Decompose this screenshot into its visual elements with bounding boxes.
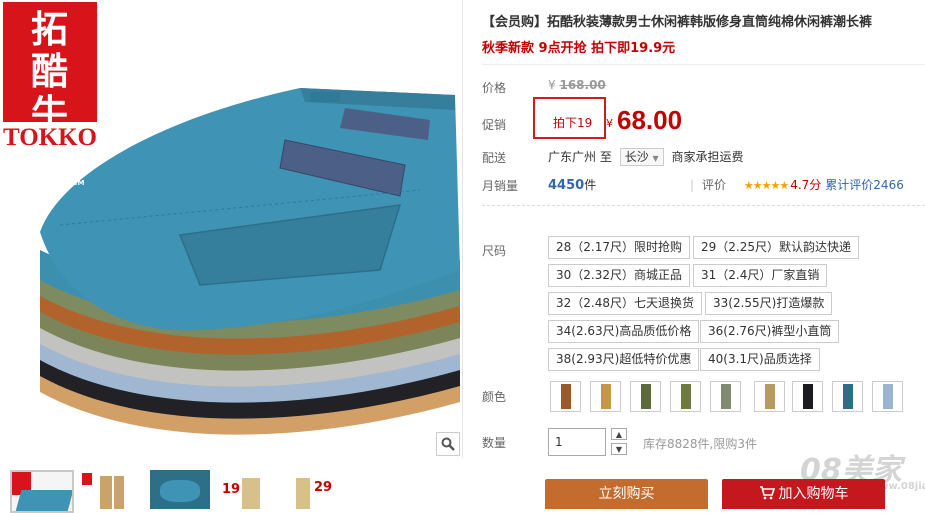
rating-label: 评价 <box>702 178 727 192</box>
stock-info: 库存8828件,限购3件 <box>643 437 757 451</box>
city-name: 长沙 <box>624 150 649 164</box>
product-subtitle: 秋季新款 9点开抢 拍下即19.9元 <box>482 41 676 56</box>
color-swatch[interactable] <box>670 381 701 412</box>
product-gallery: 拓酷牛仔 ORIGINAL DENIM BRAND TOKKO 19 29 <box>0 0 463 513</box>
color-swatch-pant <box>720 384 731 409</box>
color-swatch-pant <box>640 384 651 409</box>
color-swatch[interactable] <box>792 381 823 412</box>
thumbnail-5-tag: 29 <box>314 480 333 495</box>
color-swatch[interactable] <box>590 381 621 412</box>
thumbnail-5[interactable]: 29 <box>290 470 350 509</box>
shipping-note: 商家承担运费 <box>671 150 744 164</box>
chevron-down-icon: ▼ <box>652 154 659 163</box>
size-option[interactable]: 38(2.93尺)超低特价优惠 <box>548 348 700 371</box>
main-product-image[interactable]: 拓酷牛仔 ORIGINAL DENIM BRAND TOKKO <box>0 0 463 458</box>
shipping-info: 广东广州 至 长沙 ▼ 商家承担运费 <box>548 148 744 166</box>
color-swatch-pant <box>560 384 571 409</box>
color-swatch[interactable] <box>630 381 661 412</box>
size-option[interactable]: 28（2.17尺）限时抢购 <box>548 236 690 259</box>
sales-unit: 件 <box>584 178 597 192</box>
quantity-input[interactable] <box>548 428 606 456</box>
sales-label: 月销量 <box>482 179 519 193</box>
thumbnail-4-tag: 19 <box>222 482 241 497</box>
size-option[interactable]: 32（2.48尺）七天退换货 <box>548 292 702 315</box>
size-option[interactable]: 40(3.1尺)品质选择 <box>700 348 820 371</box>
color-swatch[interactable] <box>550 381 581 412</box>
brand-logo: 拓酷牛仔 ORIGINAL DENIM BRAND TOKKO <box>3 2 98 195</box>
thumbnail-1[interactable] <box>10 470 74 513</box>
color-swatch-pant <box>764 384 775 409</box>
product-info: 【会员购】拓酷秋装薄款男士休闲裤韩版修身直筒纯棉休闲裤潮长裤 秋季新款 9点开抢… <box>470 0 925 509</box>
buy-now-button[interactable]: 立刻购买 <box>545 479 708 509</box>
color-swatch-pant <box>802 384 813 409</box>
size-option[interactable]: 33(2.55尺)打造爆款 <box>705 292 833 315</box>
original-price: ¥ 168.00 <box>548 78 606 92</box>
logo-english: TOKKO <box>3 122 98 153</box>
star-icon: ★★★★★ <box>743 179 789 192</box>
color-swatch[interactable] <box>710 381 741 412</box>
monthly-sales: 4450件 <box>548 176 596 193</box>
size-option[interactable]: 36(2.76尺)裤型小直筒 <box>700 320 840 343</box>
color-swatch[interactable] <box>872 381 903 412</box>
original-price-value: 168.00 <box>559 78 606 92</box>
chevron-up-icon: ▲ <box>615 429 623 439</box>
logo-subtitle: ORIGINAL DENIM BRAND <box>15 179 85 195</box>
color-swatch-pant <box>680 384 691 409</box>
add-to-cart-label: 加入购物车 <box>778 486 849 502</box>
color-swatch[interactable] <box>754 381 785 412</box>
size-option[interactable]: 31（2.4尺）厂家直销 <box>693 264 828 287</box>
city-selector[interactable]: 长沙 ▼ <box>619 148 664 166</box>
cart-icon <box>759 481 775 512</box>
promo-price: 68.00 <box>617 105 683 135</box>
divider <box>482 64 925 65</box>
size-label: 尺码 <box>482 244 507 258</box>
chevron-down-icon: ▼ <box>615 444 623 454</box>
promo-tag: 拍下19 <box>553 116 593 130</box>
size-option[interactable]: 29（2.25尺）默认韵达快递 <box>693 236 859 259</box>
thumbnail-3[interactable] <box>150 470 210 509</box>
thumbnail-4[interactable]: 19 <box>220 470 280 509</box>
color-swatch-pant <box>842 384 853 409</box>
color-swatch-pant <box>882 384 893 409</box>
belt-loop <box>310 92 340 102</box>
size-option[interactable]: 34(2.63尺)高品质低价格 <box>548 320 700 343</box>
promo-label: 促销 <box>482 118 507 132</box>
color-swatch-pant <box>600 384 611 409</box>
thumbnail-strip: 19 29 <box>0 458 462 513</box>
thumbnail-2[interactable] <box>80 470 140 509</box>
product-title: 【会员购】拓酷秋装薄款男士休闲裤韩版修身直筒纯棉休闲裤潮长裤 <box>482 15 873 30</box>
price-label: 价格 <box>482 81 507 95</box>
rating-summary: | 评价 ★★★★★ 4.7分 累计评价2466 <box>690 176 904 193</box>
quantity-label: 数量 <box>482 436 507 450</box>
ship-to-word: 至 <box>599 150 612 164</box>
size-option[interactable]: 30（2.32尺）商城正品 <box>548 264 690 287</box>
quantity-decrease-button[interactable]: ▼ <box>611 443 627 455</box>
divider: | <box>690 178 695 192</box>
add-to-cart-button[interactable]: 加入购物车 <box>722 479 885 509</box>
quantity-increase-button[interactable]: ▲ <box>611 428 627 440</box>
promo-currency: ¥ <box>606 117 613 130</box>
color-label: 颜色 <box>482 390 507 404</box>
zoom-icon[interactable] <box>436 432 460 456</box>
rating-score: 4.7分 <box>790 178 822 192</box>
divider <box>482 205 925 206</box>
review-count-link[interactable]: 累计评价2466 <box>825 178 904 192</box>
ship-from: 广东广州 <box>548 150 597 164</box>
shipping-label: 配送 <box>482 151 507 165</box>
color-swatch[interactable] <box>832 381 863 412</box>
sales-count: 4450 <box>548 178 585 193</box>
original-currency: ¥ <box>548 78 556 92</box>
